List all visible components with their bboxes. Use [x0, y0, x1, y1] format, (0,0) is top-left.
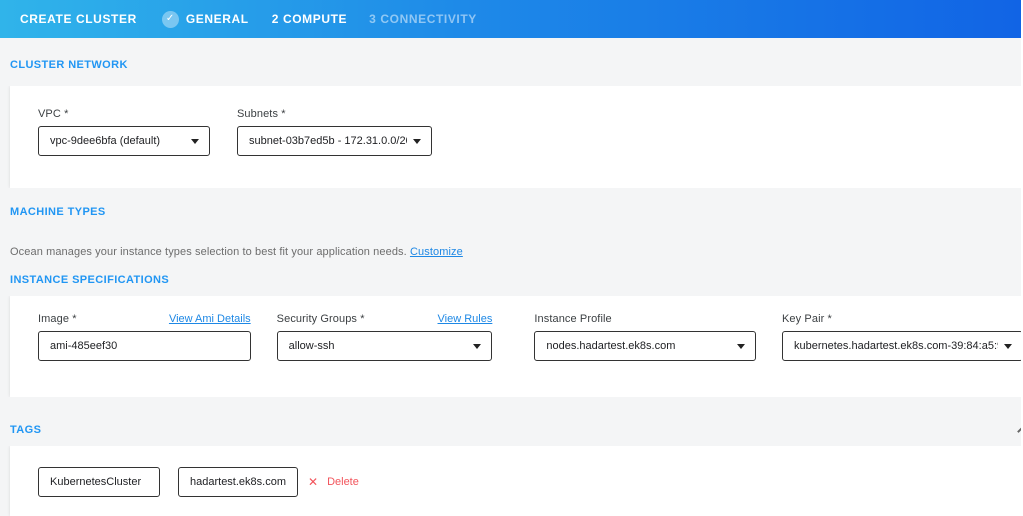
delete-tag-label: Delete — [327, 476, 359, 488]
view-ami-details-link[interactable]: View Ami Details — [169, 313, 251, 325]
security-groups-value: allow-ssh — [289, 340, 335, 352]
tag-value-input[interactable] — [178, 467, 298, 497]
tab-general[interactable]: ✓ GENERAL — [162, 11, 249, 28]
tags-title: TAGS — [10, 424, 1023, 436]
machine-types-title: MACHINE TYPES — [10, 188, 1023, 218]
wizard-header: CREATE CLUSTER ✓ GENERAL 2 COMPUTE 3 CON… — [0, 0, 1023, 38]
page-title: CREATE CLUSTER — [20, 12, 137, 26]
chevron-down-icon — [473, 344, 481, 349]
image-input[interactable] — [38, 331, 251, 361]
chevron-down-icon — [191, 139, 199, 144]
tab-general-label: GENERAL — [186, 12, 249, 26]
vpc-select[interactable]: vpc-9dee6bfa (default) — [38, 126, 210, 156]
chevron-down-icon — [1004, 344, 1012, 349]
tab-compute-label: 2 COMPUTE — [272, 12, 347, 26]
instance-specifications-card: Image * View Ami Details Security Groups… — [10, 296, 1023, 397]
security-groups-select[interactable]: allow-ssh — [277, 331, 493, 361]
cluster-network-title: CLUSTER NETWORK — [10, 59, 1023, 71]
instance-profile-value: nodes.hadartest.ek8s.com — [546, 340, 675, 352]
tag-key-input[interactable] — [38, 467, 160, 497]
chevron-down-icon — [413, 139, 421, 144]
key-pair-value: kubernetes.hadartest.ek8s.com-39:84:a5:9… — [794, 340, 998, 352]
x-icon: ✕ — [308, 475, 318, 489]
delete-tag-button[interactable]: ✕ Delete — [308, 467, 359, 497]
tags-band: TAGS — [0, 397, 1023, 446]
instance-specifications-title: INSTANCE SPECIFICATIONS — [10, 274, 1023, 286]
cluster-network-card: VPC * vpc-9dee6bfa (default) Subnets * s… — [10, 86, 1023, 188]
vpc-label: VPC * — [38, 108, 210, 120]
customize-link[interactable]: Customize — [410, 246, 463, 258]
chevron-down-icon — [737, 344, 745, 349]
image-label: Image * — [38, 313, 77, 325]
tab-connectivity[interactable]: 3 CONNECTIVITY — [369, 12, 477, 26]
vpc-value: vpc-9dee6bfa (default) — [50, 135, 160, 147]
check-icon: ✓ — [162, 11, 179, 28]
instance-profile-select[interactable]: nodes.hadartest.ek8s.com — [534, 331, 756, 361]
key-pair-label: Key Pair * — [782, 313, 1023, 325]
security-groups-label: Security Groups * — [277, 313, 365, 325]
tag-row: ✕ Delete — [38, 467, 359, 497]
tab-compute[interactable]: 2 COMPUTE — [272, 12, 347, 26]
view-rules-link[interactable]: View Rules — [438, 313, 493, 325]
cluster-network-band: CLUSTER NETWORK — [0, 38, 1023, 86]
instance-profile-label: Instance Profile — [534, 313, 756, 325]
tab-connectivity-label: 3 CONNECTIVITY — [369, 12, 477, 26]
key-pair-select[interactable]: kubernetes.hadartest.ek8s.com-39:84:a5:9… — [782, 331, 1023, 361]
subnets-label: Subnets * — [237, 108, 432, 120]
tags-card: ✕ Delete — [10, 446, 1023, 516]
subnets-select[interactable]: subnet-03b7ed5b - 172.31.0.0/20 ... — [237, 126, 432, 156]
subnets-value: subnet-03b7ed5b - 172.31.0.0/20 ... — [249, 135, 407, 147]
machine-types-band: MACHINE TYPES Ocean manages your instanc… — [0, 188, 1023, 296]
machine-types-description: Ocean manages your instance types select… — [10, 246, 1023, 258]
